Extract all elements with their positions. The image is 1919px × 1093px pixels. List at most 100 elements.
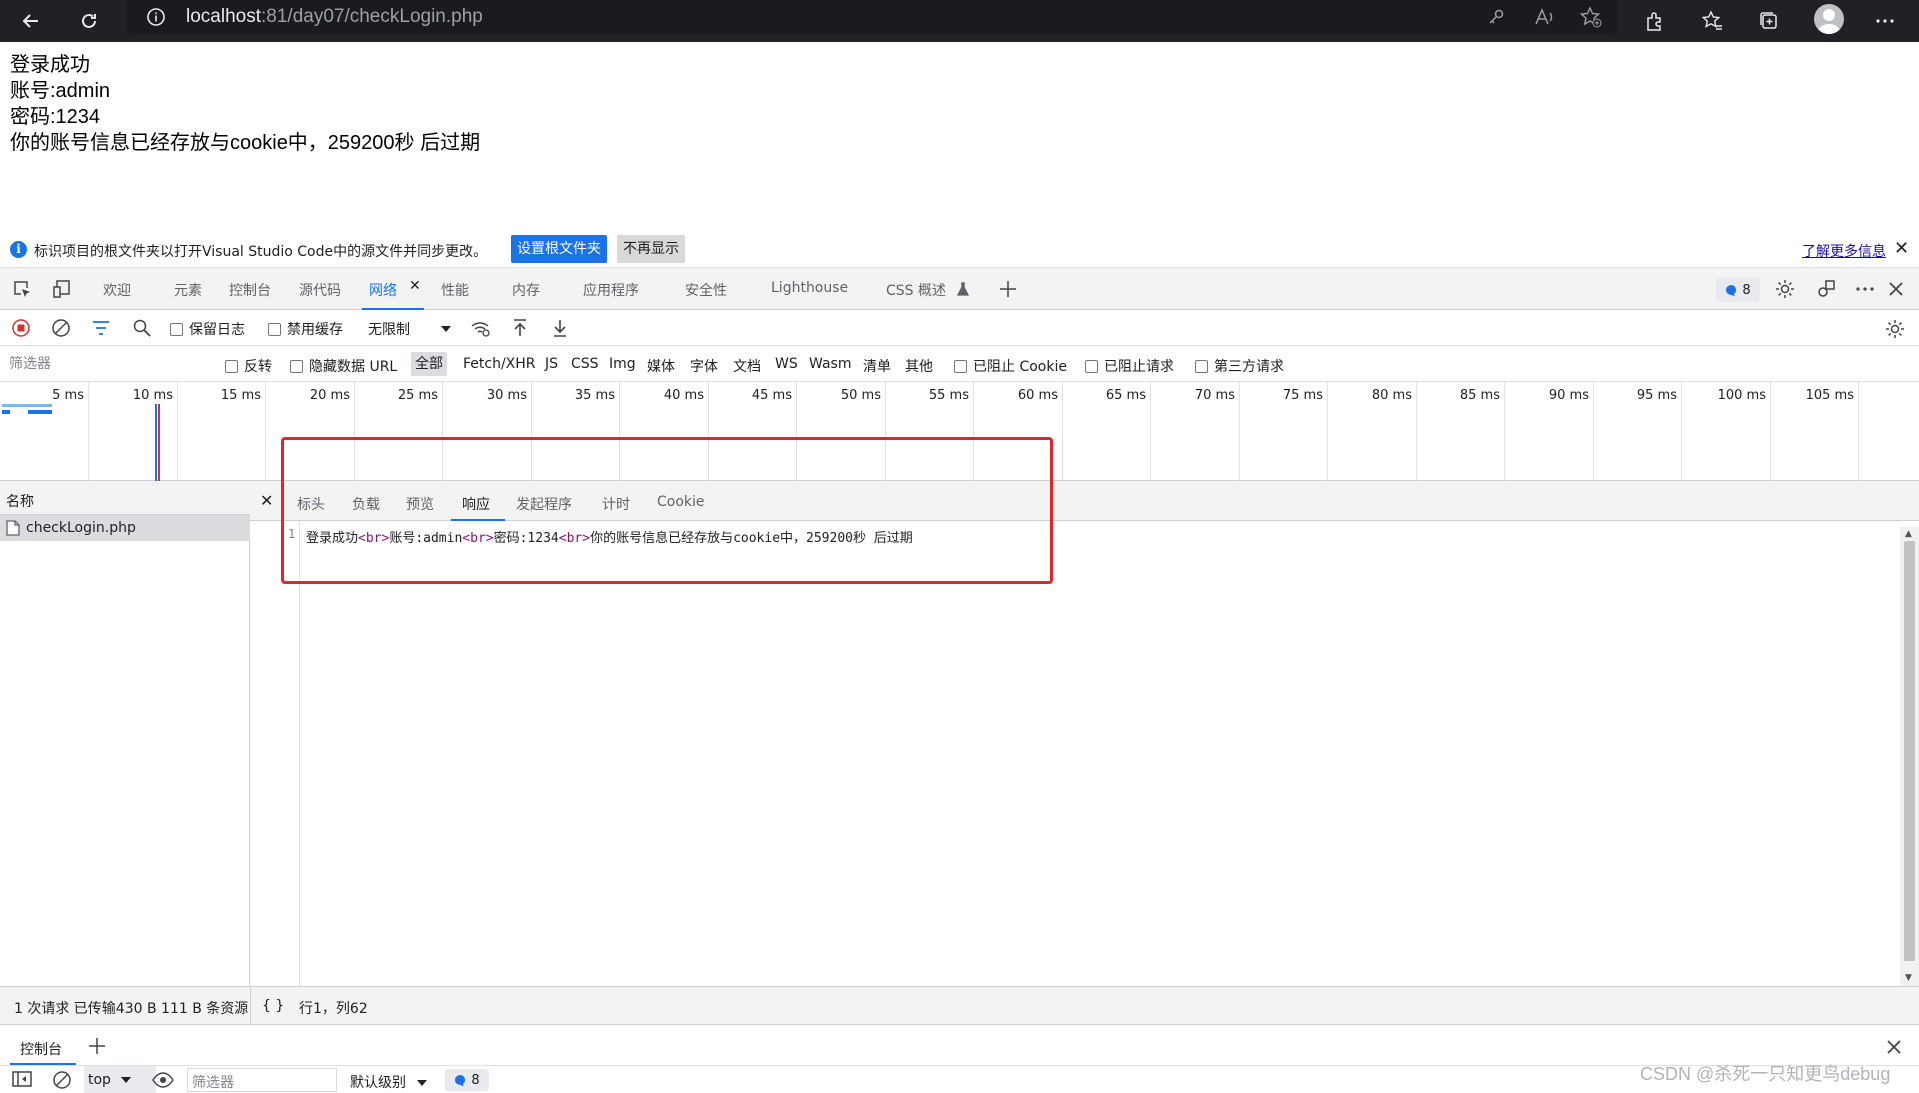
- issues-badge[interactable]: 8: [1716, 278, 1760, 302]
- more-menu-icon[interactable]: [1868, 4, 1902, 38]
- collections-icon[interactable]: [1752, 4, 1786, 38]
- filter-type-img[interactable]: Img: [609, 356, 636, 372]
- tab-memory[interactable]: 内存: [512, 280, 540, 300]
- profile-avatar[interactable]: [1814, 4, 1844, 34]
- filter-type-font[interactable]: 字体: [690, 356, 718, 376]
- log-level-select[interactable]: 默认级别: [350, 1072, 428, 1092]
- address-bar[interactable]: localhost:81/day07/checkLogin.php: [126, 0, 1618, 34]
- filter-type-js[interactable]: JS: [545, 356, 558, 372]
- close-devtools-icon[interactable]: [1883, 276, 1909, 302]
- tab-welcome[interactable]: 欢迎: [103, 280, 131, 300]
- dont-show-again-button[interactable]: 不再显示: [617, 235, 685, 263]
- close-drawer-icon[interactable]: [1886, 1039, 1902, 1055]
- customize-icon[interactable]: [1813, 276, 1839, 302]
- filter-icon[interactable]: [92, 319, 110, 337]
- third-party-checkbox[interactable]: 第三方请求: [1195, 356, 1284, 376]
- scroll-up-icon[interactable]: ▲: [1905, 529, 1912, 539]
- timeline-tick-label: 5 ms: [52, 388, 84, 403]
- close-tab-icon[interactable]: ✕: [409, 278, 421, 294]
- more-options-icon[interactable]: [1852, 276, 1878, 302]
- import-har-icon[interactable]: [512, 318, 528, 338]
- settings-gear-icon[interactable]: [1772, 276, 1798, 302]
- devtools-tabbar: 欢迎 元素 控制台 源代码 网络 ✕ 性能 内存 应用程序 安全性 Lighth…: [0, 268, 1919, 310]
- tab-css-overview[interactable]: CSS 概述: [886, 280, 946, 300]
- timeline-tick-label: 80 ms: [1371, 388, 1412, 403]
- hide-data-urls-checkbox[interactable]: 隐藏数据 URL: [290, 356, 397, 376]
- divider: [250, 987, 251, 1025]
- name-column-header[interactable]: 名称: [0, 481, 250, 515]
- filter-type-all[interactable]: 全部: [411, 352, 447, 376]
- search-icon[interactable]: [132, 318, 152, 338]
- scroll-down-icon[interactable]: ▼: [1905, 973, 1912, 983]
- dom-content-loaded-line: [155, 404, 157, 481]
- sidebar-toggle-icon[interactable]: [12, 1071, 32, 1087]
- disable-cache-label: 禁用缓存: [287, 322, 343, 338]
- tab-performance[interactable]: 性能: [441, 280, 469, 300]
- add-favorite-icon[interactable]: [1580, 6, 1602, 28]
- timeline-gridline: [177, 382, 178, 481]
- chevron-down-icon: [441, 326, 451, 332]
- throttle-select[interactable]: 无限制: [368, 319, 452, 339]
- device-emulation-icon[interactable]: [49, 276, 75, 302]
- close-icon[interactable]: ✕: [1894, 238, 1909, 259]
- timeline-tick-label: 105 ms: [1805, 388, 1854, 403]
- filter-type-css[interactable]: CSS: [571, 356, 599, 372]
- page-content: 登录成功 账号:admin 密码:1234 你的账号信息已经存放与cookie中…: [0, 42, 1919, 232]
- key-icon[interactable]: [1486, 7, 1506, 27]
- timeline-tick-label: 30 ms: [486, 388, 527, 403]
- preserve-log-checkbox[interactable]: 保留日志: [170, 319, 245, 339]
- tab-network[interactable]: 网络: [369, 280, 397, 300]
- request-row[interactable]: checkLogin.php: [0, 515, 250, 541]
- refresh-button[interactable]: [72, 4, 106, 38]
- filter-type-wasm[interactable]: Wasm: [809, 356, 851, 372]
- export-har-icon[interactable]: [552, 318, 568, 338]
- record-stop-icon[interactable]: [11, 318, 31, 338]
- tab-application[interactable]: 应用程序: [583, 280, 639, 300]
- info-icon[interactable]: [146, 7, 166, 27]
- console-drawer: 控制台 top 筛选器 默认级别 8: [0, 1024, 1919, 1093]
- tab-console-drawer[interactable]: 控制台: [20, 1039, 62, 1059]
- tab-elements[interactable]: 元素: [174, 280, 202, 300]
- inspect-element-icon[interactable]: [9, 276, 35, 302]
- context-select[interactable]: top: [84, 1066, 156, 1093]
- filter-input[interactable]: 筛选器: [4, 352, 210, 376]
- back-button[interactable]: [14, 4, 48, 38]
- timeline-gridline: [1150, 382, 1151, 481]
- close-detail-icon[interactable]: ✕: [260, 491, 273, 510]
- invert-checkbox[interactable]: 反转: [225, 356, 272, 376]
- filter-type-other[interactable]: 其他: [905, 356, 933, 376]
- live-expression-icon[interactable]: [152, 1072, 174, 1088]
- favorites-icon[interactable]: [1696, 4, 1730, 38]
- invert-label: 反转: [244, 359, 272, 375]
- tab-console[interactable]: 控制台: [229, 280, 271, 300]
- add-drawer-tab-icon[interactable]: [88, 1037, 106, 1055]
- filter-type-manifest[interactable]: 清单: [863, 356, 891, 376]
- learn-more-link[interactable]: 了解更多信息: [1802, 241, 1886, 261]
- filter-type-ws[interactable]: WS: [775, 356, 798, 372]
- pretty-print-button[interactable]: { }: [262, 998, 284, 1014]
- timeline-gridline: [1416, 382, 1417, 481]
- clear-console-icon[interactable]: [52, 1070, 72, 1090]
- tab-sources[interactable]: 源代码: [299, 280, 341, 300]
- tab-lighthouse[interactable]: Lighthouse: [771, 280, 848, 296]
- read-aloud-icon[interactable]: [1534, 7, 1556, 27]
- console-issues-badge[interactable]: 8: [445, 1069, 489, 1091]
- network-settings-icon[interactable]: [1884, 318, 1906, 340]
- blocked-requests-checkbox[interactable]: 已阻止请求: [1085, 356, 1174, 376]
- timeline-gridline: [1681, 382, 1682, 481]
- console-filter-input[interactable]: 筛选器: [187, 1068, 337, 1092]
- clear-icon[interactable]: [51, 318, 71, 338]
- filter-type-doc[interactable]: 文档: [733, 356, 761, 376]
- set-root-folder-button[interactable]: 设置根文件夹: [511, 235, 607, 263]
- scrollbar-thumb[interactable]: [1904, 541, 1915, 961]
- response-scrollbar[interactable]: ▲ ▼: [1900, 527, 1919, 986]
- filter-type-fetch-xhr[interactable]: Fetch/XHR: [463, 356, 536, 372]
- blocked-cookies-checkbox[interactable]: 已阻止 Cookie: [954, 356, 1067, 376]
- filter-type-media[interactable]: 媒体: [647, 356, 675, 376]
- disable-cache-checkbox[interactable]: 禁用缓存: [268, 319, 343, 339]
- tab-security[interactable]: 安全性: [685, 280, 727, 300]
- extensions-icon[interactable]: [1638, 4, 1672, 38]
- console-toolbar: top 筛选器 默认级别 8: [0, 1065, 1919, 1093]
- add-tab-icon[interactable]: [995, 276, 1021, 302]
- network-conditions-icon[interactable]: [470, 318, 492, 338]
